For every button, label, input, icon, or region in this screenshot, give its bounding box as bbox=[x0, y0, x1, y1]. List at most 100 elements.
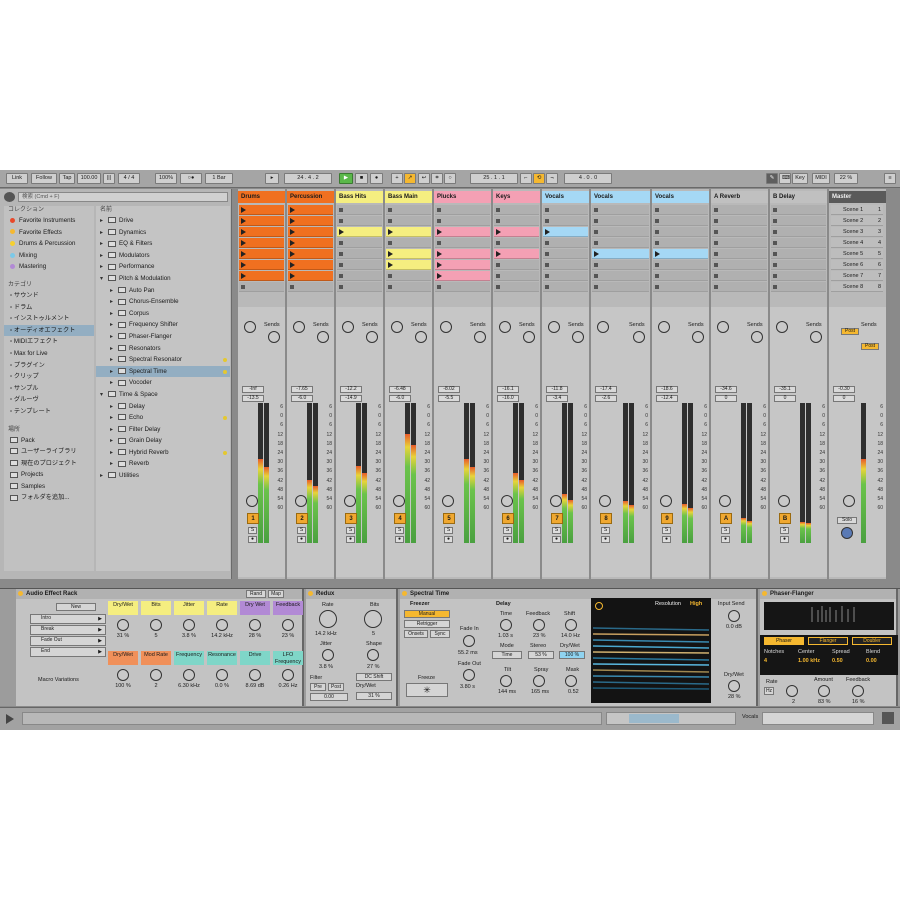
pan-value[interactable]: -5.5 bbox=[438, 395, 460, 402]
clip-slot-filled[interactable] bbox=[239, 205, 284, 216]
clip-slot-filled[interactable] bbox=[543, 227, 588, 238]
macro-label[interactable]: Dry/Wet bbox=[108, 601, 138, 615]
freeze-button[interactable]: ✳ bbox=[406, 683, 448, 697]
variation-item[interactable]: Fade Out ▶ bbox=[30, 636, 106, 646]
clip-stop-icon[interactable] bbox=[773, 285, 777, 289]
midi-map-button[interactable]: MIDI bbox=[812, 173, 830, 184]
chevron-right-icon[interactable]: ▸ bbox=[100, 470, 108, 482]
view-toggle-icon[interactable] bbox=[882, 712, 894, 724]
arm-button[interactable]: ● bbox=[444, 536, 453, 543]
clip-slot-filled[interactable] bbox=[288, 260, 333, 271]
volume-value[interactable]: -6.48 bbox=[389, 386, 411, 393]
clip-stop-icon[interactable] bbox=[437, 285, 441, 289]
session-record-icon[interactable]: ○ bbox=[444, 173, 456, 184]
category-item[interactable]: ▫ プラグイン bbox=[4, 360, 94, 372]
clip-stop-icon[interactable] bbox=[437, 241, 441, 245]
track-title[interactable]: Bass Hits bbox=[336, 191, 383, 203]
fader-knob[interactable] bbox=[599, 495, 611, 507]
scene-launch[interactable]: Scene 4 4 bbox=[831, 238, 883, 249]
track-activator-button[interactable]: 7 bbox=[551, 513, 563, 524]
solo-button[interactable]: S bbox=[248, 527, 257, 534]
chevron-right-icon[interactable]: ▸ bbox=[110, 331, 118, 343]
browser-item[interactable]: ▾ Time & Space bbox=[96, 389, 230, 401]
bits-value[interactable]: 5 bbox=[372, 631, 375, 637]
pan-knob[interactable] bbox=[440, 321, 452, 333]
variation-item[interactable]: Intro ▶ bbox=[30, 614, 106, 624]
shape-value[interactable]: 27 % bbox=[367, 664, 380, 670]
clip-play-icon[interactable] bbox=[437, 273, 442, 279]
solo-button[interactable]: S bbox=[601, 527, 610, 534]
clip-slot-empty[interactable] bbox=[288, 282, 333, 293]
scene-launch[interactable]: Scene 8 8 bbox=[831, 282, 883, 293]
send-knob[interactable] bbox=[572, 331, 584, 343]
clip-slot-empty[interactable] bbox=[435, 238, 490, 249]
clip-stop-icon[interactable] bbox=[388, 274, 392, 278]
pan-value[interactable]: -2.6 bbox=[595, 395, 617, 402]
clip-slot-empty[interactable] bbox=[712, 282, 767, 293]
browser-item[interactable]: ▸ Frequency Shifter bbox=[96, 319, 230, 331]
browser-item[interactable]: ▸ Vocoder bbox=[96, 377, 230, 389]
track-activator-button[interactable]: A bbox=[720, 513, 732, 524]
volume-value[interactable]: -34.6 bbox=[715, 386, 737, 393]
clip-stop-icon[interactable] bbox=[545, 285, 549, 289]
drywet-value-3[interactable]: 28 % bbox=[728, 694, 741, 700]
macro-knob[interactable] bbox=[249, 619, 261, 631]
fader-knob[interactable] bbox=[295, 495, 307, 507]
clip-stop-icon[interactable] bbox=[594, 230, 598, 234]
macro-value[interactable]: 2 bbox=[141, 683, 171, 689]
clip-slot-empty[interactable] bbox=[653, 260, 708, 271]
arm-button[interactable]: ● bbox=[346, 536, 355, 543]
phaser-feedback-value[interactable]: 16 % bbox=[852, 699, 865, 705]
clip-slot-empty[interactable] bbox=[494, 205, 539, 216]
phaser-param-value[interactable]: 4 bbox=[764, 658, 767, 664]
clip-slot-empty[interactable] bbox=[337, 216, 382, 227]
solo-button[interactable]: S bbox=[721, 527, 730, 534]
category-item[interactable]: ▫ ドラム bbox=[4, 302, 94, 314]
chevron-right-icon[interactable]: ▸ bbox=[110, 401, 118, 413]
pan-value[interactable]: -3.4 bbox=[546, 395, 568, 402]
macro-knob[interactable] bbox=[216, 669, 228, 681]
track-title[interactable]: A Reverb bbox=[711, 191, 768, 203]
macro-label[interactable]: Dry/Wet bbox=[108, 651, 138, 665]
chevron-right-icon[interactable]: ▸ bbox=[110, 343, 118, 355]
chevron-right-icon[interactable]: ▸ bbox=[110, 308, 118, 320]
nudge-icon[interactable]: ||| bbox=[103, 173, 115, 184]
macro-value[interactable]: 0.26 Hz bbox=[273, 683, 303, 689]
solo-button[interactable]: S bbox=[662, 527, 671, 534]
clip-slot-empty[interactable] bbox=[543, 282, 588, 293]
pan-value[interactable]: -12.4 bbox=[656, 395, 678, 402]
fader-knob[interactable] bbox=[660, 495, 672, 507]
clip-slot-empty[interactable] bbox=[543, 216, 588, 227]
jitter-value[interactable]: 3.8 % bbox=[319, 664, 333, 670]
track-activator-button[interactable]: 2 bbox=[296, 513, 308, 524]
clip-slot-filled[interactable] bbox=[494, 227, 539, 238]
track-title[interactable]: Vocals bbox=[542, 191, 589, 203]
clip-play-icon[interactable] bbox=[594, 251, 599, 257]
track-activator-button[interactable]: 4 bbox=[394, 513, 406, 524]
chevron-down-icon[interactable]: ▾ bbox=[100, 273, 108, 285]
clip-stop-icon[interactable] bbox=[545, 241, 549, 245]
clip-play-icon[interactable] bbox=[388, 262, 393, 268]
clip-stop-icon[interactable] bbox=[773, 252, 777, 256]
track-activator-button[interactable]: 9 bbox=[661, 513, 673, 524]
rate-knob[interactable] bbox=[319, 610, 337, 628]
solo-button[interactable]: S bbox=[297, 527, 306, 534]
clip-play-icon[interactable] bbox=[290, 273, 295, 279]
chevron-right-icon[interactable]: ▸ bbox=[110, 319, 118, 331]
clip-slot-filled[interactable] bbox=[653, 249, 708, 260]
clip-slot-empty[interactable] bbox=[543, 238, 588, 249]
clip-stop-icon[interactable] bbox=[655, 208, 659, 212]
clip-stop-icon[interactable] bbox=[714, 219, 718, 223]
clip-stop-icon[interactable] bbox=[339, 285, 343, 289]
track-activator-button[interactable]: 1 bbox=[247, 513, 259, 524]
track-activator-button[interactable]: B bbox=[779, 513, 791, 524]
clip-play-icon[interactable] bbox=[241, 251, 246, 257]
filter-value[interactable]: 0.00 bbox=[310, 693, 348, 701]
clip-slot-empty[interactable] bbox=[543, 260, 588, 271]
clip-stop-icon[interactable] bbox=[545, 252, 549, 256]
macro-value[interactable]: 0.0 % bbox=[207, 683, 237, 689]
arm-button[interactable]: ● bbox=[780, 536, 789, 543]
clip-slot-empty[interactable] bbox=[435, 216, 490, 227]
master-fader-knob[interactable] bbox=[843, 495, 855, 507]
dc-shift-button[interactable]: DC Shift bbox=[356, 673, 392, 681]
